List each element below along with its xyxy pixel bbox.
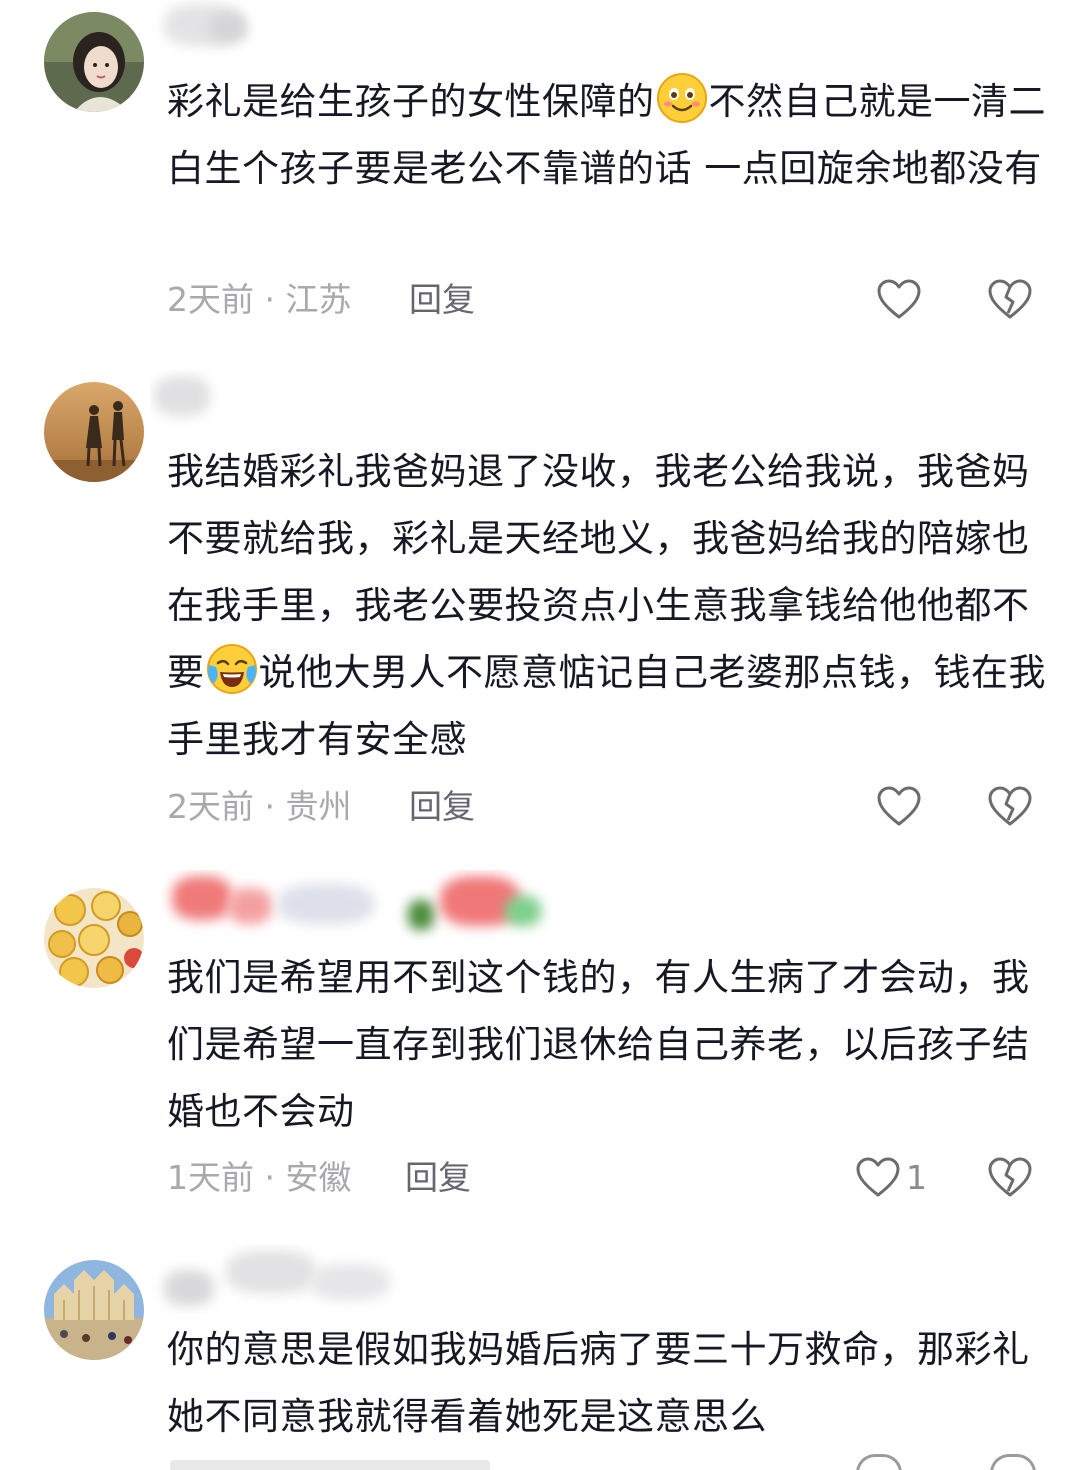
dislike-broken-heart-icon[interactable] [987,277,1033,323]
avatar[interactable] [44,888,144,988]
smiling-face-emoji [656,72,708,124]
time-location: 1天前 · 安徽 [167,1158,352,1197]
reply-button[interactable]: 回复 [405,1153,471,1203]
username-redacted[interactable] [150,1244,570,1314]
like-heart-icon[interactable] [876,277,922,323]
comment-text: 你的意思是假如我妈婚后病了要三十万救命，那彩礼她不同意我就得看着她死是这意思么 [167,1328,1030,1438]
like-heart-icon[interactable] [876,784,922,830]
avatar[interactable] [44,12,144,112]
username-redacted[interactable] [150,870,570,940]
username-redacted[interactable] [150,370,570,430]
like-heart-icon[interactable] [855,1155,901,1201]
time-location: 2天前 · 江苏 [167,280,352,319]
time-location: 2天前 · 贵州 [167,787,352,826]
comment-meta: 2天前 · 江苏 回复 [167,275,1067,325]
like-count: 1 [906,1158,927,1197]
reply-button[interactable]: 回复 [409,782,475,832]
comment-text: 我们是希望用不到这个钱的，有人生病了才会动，我们是希望一直存到我们退休给自己养老… [167,956,1030,1133]
comment-text: 彩礼是给生孩子的女性保障的 不然自己就是一清二白生个孩子要是老公不靠谱的话 一点回… [167,68,1047,202]
avatar[interactable] [44,382,144,482]
reply-button[interactable]: 回复 [409,275,475,325]
username-redacted[interactable] [150,0,570,60]
comment-meta: 2天前 · 贵州 回复 [167,782,1067,832]
comment-text: 我结婚彩礼我爸妈退了没收，我老公给我说，我爸妈不要就给我，彩礼是天经地义，我爸妈… [167,450,1046,761]
cutoff-meta-row [0,1440,1080,1470]
avatar[interactable] [44,1260,144,1360]
crying-laughing-face-emoji [206,643,258,695]
dislike-broken-heart-icon[interactable] [987,1155,1033,1201]
dislike-broken-heart-icon[interactable] [987,784,1033,830]
comment-meta: 1天前 · 安徽 回复 [167,1153,1067,1203]
